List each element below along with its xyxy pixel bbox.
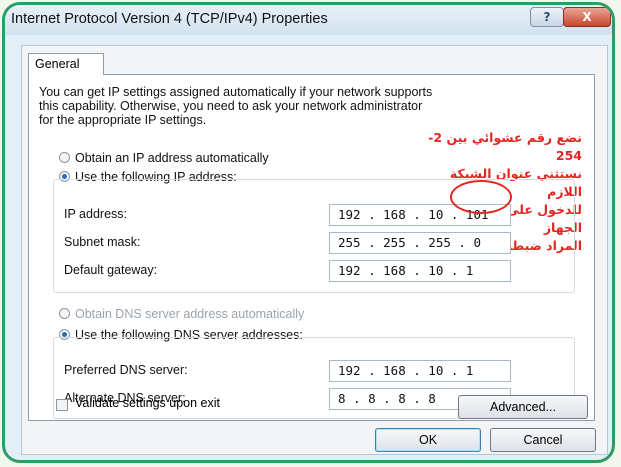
title-bar: Internet Protocol Version 4 (TCP/IPv4) P… — [5, 5, 612, 35]
default-gateway-field[interactable]: 192 . 168 . 10 . 1 — [329, 260, 511, 282]
ip-address-label: IP address: — [64, 207, 128, 221]
subnet-mask-label: Subnet mask: — [64, 235, 141, 249]
tab-general[interactable]: General — [28, 53, 104, 75]
ok-button[interactable]: OK — [375, 428, 481, 452]
general-tab-panel: You can get IP settings assigned automat… — [28, 74, 595, 421]
cancel-button[interactable]: Cancel — [490, 428, 596, 452]
help-button[interactable]: ? — [530, 7, 564, 27]
preferred-dns-field[interactable]: 192 . 168 . 10 . 1 — [329, 360, 511, 382]
radio-button[interactable] — [59, 152, 70, 163]
radio-label: Obtain an IP address automatically — [75, 151, 269, 165]
radio-obtain-dns-auto[interactable]: Obtain DNS server address automatically — [59, 307, 304, 321]
annotation-circle — [450, 180, 512, 214]
screenshot-frame: Internet Protocol Version 4 (TCP/IPv4) P… — [2, 2, 615, 463]
validate-checkbox[interactable] — [56, 399, 68, 411]
close-button[interactable]: X — [563, 7, 611, 27]
dialog-body: General You can get IP settings assigned… — [21, 45, 608, 455]
subnet-mask-field[interactable]: 255 . 255 . 255 . 0 — [329, 232, 511, 254]
radio-button[interactable] — [59, 308, 70, 319]
radio-obtain-ip-auto[interactable]: Obtain an IP address automatically — [59, 151, 269, 165]
advanced-button[interactable]: Advanced... — [458, 395, 588, 419]
annotation-line: نضع رقم عشوائي بين 2-254 — [428, 130, 582, 163]
preferred-dns-label: Preferred DNS server: — [64, 363, 188, 377]
radio-label: Obtain DNS server address automatically — [75, 307, 305, 321]
window-title: Internet Protocol Version 4 (TCP/IPv4) P… — [11, 11, 328, 27]
default-gateway-label: Default gateway: — [64, 263, 158, 277]
validate-label: Validate settings upon exit — [75, 396, 221, 410]
intro-text: You can get IP settings assigned automat… — [39, 85, 433, 127]
